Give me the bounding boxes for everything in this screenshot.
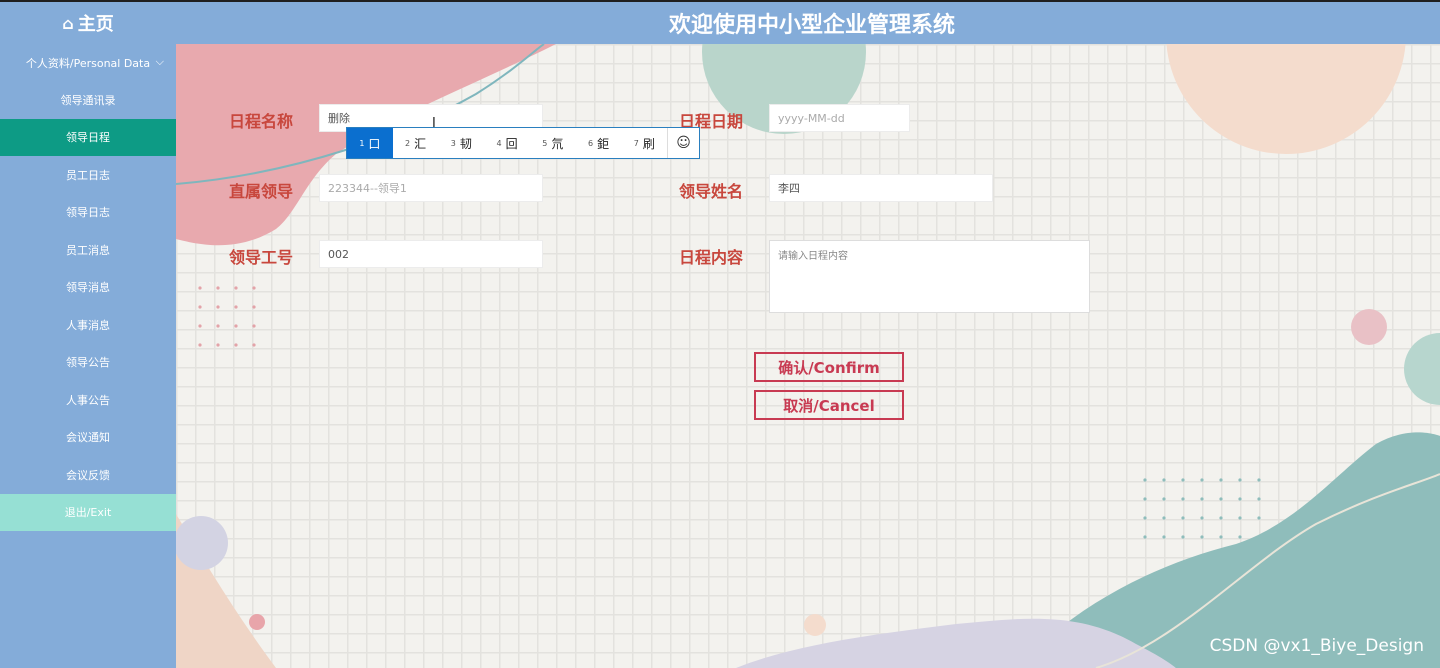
sidebar-item-leader-schedule[interactable]: 领导日程 bbox=[0, 118, 176, 156]
home-label: 主页 bbox=[77, 14, 114, 35]
leader-name-input[interactable]: 李四 bbox=[769, 174, 993, 202]
sidebar-group-personal-data[interactable]: 个人资料/Personal Data ⌵ bbox=[0, 44, 176, 81]
sidebar-item-exit[interactable]: 退出/Exit bbox=[0, 493, 176, 531]
home-link[interactable]: ⌂ 主页 bbox=[0, 2, 176, 44]
direct-leader-label: 直属领导 bbox=[229, 182, 294, 201]
leader-id-label: 领导工号 bbox=[229, 248, 294, 267]
sidebar-item-meeting-feedback[interactable]: 会议反馈 bbox=[0, 456, 176, 494]
schedule-content-textarea[interactable]: 请输入日程内容 bbox=[769, 240, 1090, 313]
ime-candidate-5[interactable]: 5氘 bbox=[530, 128, 576, 158]
leader-id-input[interactable]: 002 bbox=[319, 240, 543, 268]
chevron-down-icon: ⌵ bbox=[155, 55, 164, 68]
ime-candidate-7[interactable]: 7刷 bbox=[621, 128, 667, 158]
top-bar: ⌂ 主页 欢迎使用中小型企业管理系统 bbox=[0, 0, 1440, 44]
confirm-button[interactable]: 确认/Confirm bbox=[754, 352, 904, 382]
sidebar-item-leader-messages[interactable]: 领导消息 bbox=[0, 269, 176, 307]
ime-candidate-1[interactable]: 1口 bbox=[347, 128, 393, 158]
schedule-content-label: 日程内容 bbox=[679, 248, 744, 267]
watermark: CSDN @vx1_Biye_Design bbox=[1209, 636, 1424, 656]
ime-candidate-6[interactable]: 6鉅 bbox=[576, 128, 622, 158]
sidebar-item-leader-contacts[interactable]: 领导通讯录 bbox=[0, 81, 176, 119]
sidebar-item-leader-notices[interactable]: 领导公告 bbox=[0, 344, 176, 382]
sidebar-item-hr-messages[interactable]: 人事消息 bbox=[0, 306, 176, 344]
leader-name-label: 领导姓名 bbox=[679, 182, 744, 201]
sidebar-item-staff-log[interactable]: 员工日志 bbox=[0, 156, 176, 194]
schedule-date-input[interactable]: yyyy-MM-dd bbox=[769, 104, 910, 132]
ime-candidate-2[interactable]: 2汇 bbox=[393, 128, 439, 158]
direct-leader-select[interactable]: 223344--领导1 bbox=[319, 174, 543, 202]
ime-candidate-4[interactable]: 4回 bbox=[484, 128, 530, 158]
sidebar-item-meeting-notices[interactable]: 会议通知 bbox=[0, 419, 176, 457]
page-title: 欢迎使用中小型企业管理系统 bbox=[668, 13, 955, 38]
sidebar-group-label: 个人资料/Personal Data bbox=[25, 56, 151, 70]
home-icon: ⌂ bbox=[62, 13, 74, 33]
sidebar-item-leader-log[interactable]: 领导日志 bbox=[0, 194, 176, 232]
smiley-icon[interactable]: ☺ bbox=[667, 128, 699, 158]
sidebar: 个人资料/Personal Data ⌵ 领导通讯录 领导日程 员工日志 领导日… bbox=[0, 44, 176, 668]
schedule-name-label: 日程名称 bbox=[229, 112, 294, 131]
sidebar-item-hr-notices[interactable]: 人事公告 bbox=[0, 381, 176, 419]
ime-candidate-bar: 1口 2汇 3韧 4回 5氘 6鉅 7刷 ☺ bbox=[346, 127, 700, 159]
ime-candidate-3[interactable]: 3韧 bbox=[438, 128, 484, 158]
sidebar-item-staff-messages[interactable]: 员工消息 bbox=[0, 231, 176, 269]
cancel-button[interactable]: 取消/Cancel bbox=[754, 390, 904, 420]
